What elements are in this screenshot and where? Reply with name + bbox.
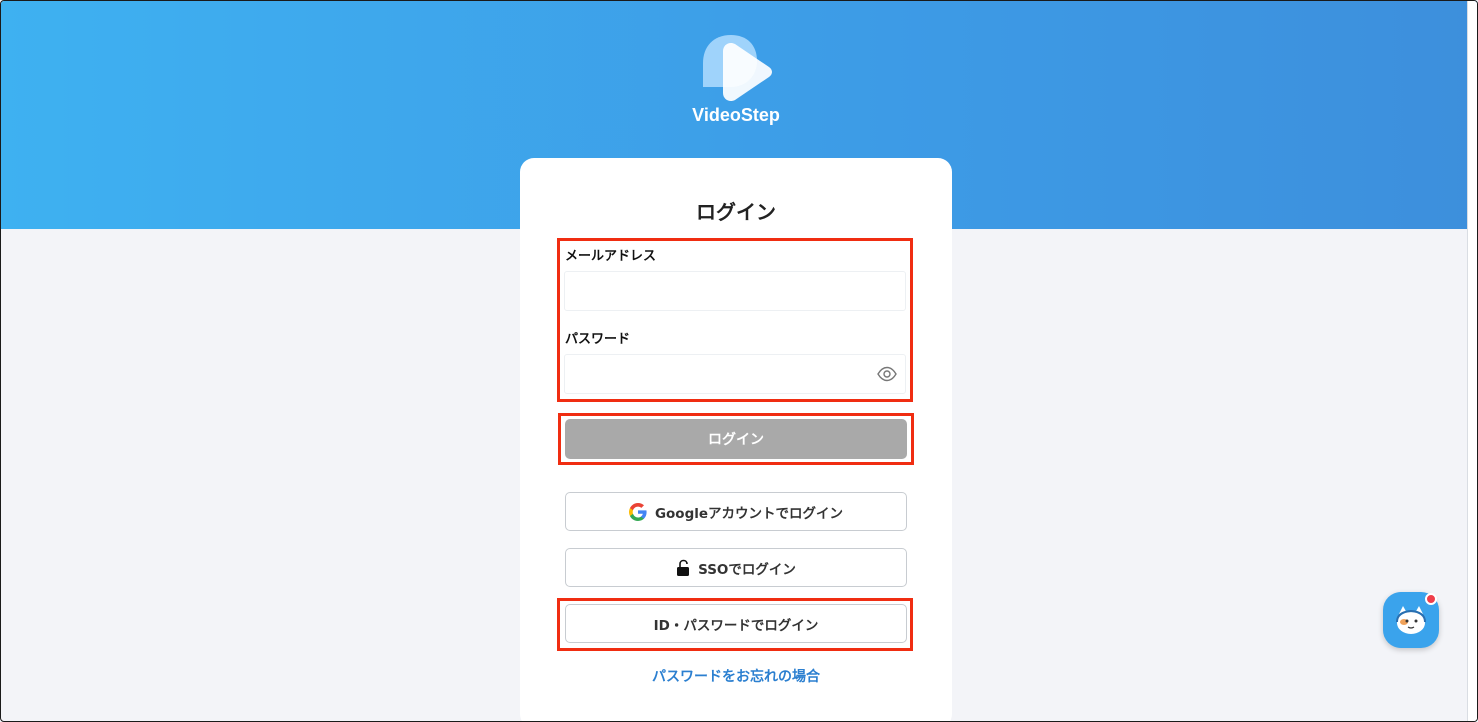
- logo-wordmark: VideoStep: [692, 105, 780, 125]
- login-page: VideoStep ログイン メールアドレス パスワード ログイン Google…: [0, 0, 1478, 722]
- window-edge: [1467, 1, 1477, 721]
- google-login-label: Googleアカウントでログイン: [654, 505, 844, 522]
- google-login-button[interactable]: Googleアカウントでログイン: [565, 492, 907, 531]
- page-title: ログイン: [696, 200, 776, 224]
- login-button[interactable]: ログイン: [565, 419, 907, 459]
- email-field[interactable]: [564, 271, 906, 311]
- unlock-icon: [677, 559, 690, 576]
- email-label: メールアドレス: [565, 249, 657, 264]
- eye-icon[interactable]: [877, 366, 897, 382]
- notification-badge: [1425, 593, 1437, 605]
- chat-support-icon: [1396, 606, 1426, 634]
- logo-mark-icon: [703, 35, 772, 102]
- login-card: ログイン メールアドレス パスワード ログイン Googleアカウントでログイン: [520, 158, 952, 721]
- password-label: パスワード: [565, 332, 631, 347]
- google-g-icon: [628, 502, 647, 521]
- password-field[interactable]: [564, 354, 906, 394]
- videostep-logo: VideoStep: [689, 33, 783, 128]
- sso-login-label: SSOでログイン: [698, 561, 796, 578]
- sso-login-button[interactable]: SSOでログイン: [565, 548, 907, 587]
- id-password-login-label: ID・パスワードでログイン: [653, 617, 819, 634]
- id-password-login-button[interactable]: ID・パスワードでログイン: [565, 604, 907, 643]
- forgot-password-link[interactable]: パスワードをお忘れの場合: [520, 666, 952, 686]
